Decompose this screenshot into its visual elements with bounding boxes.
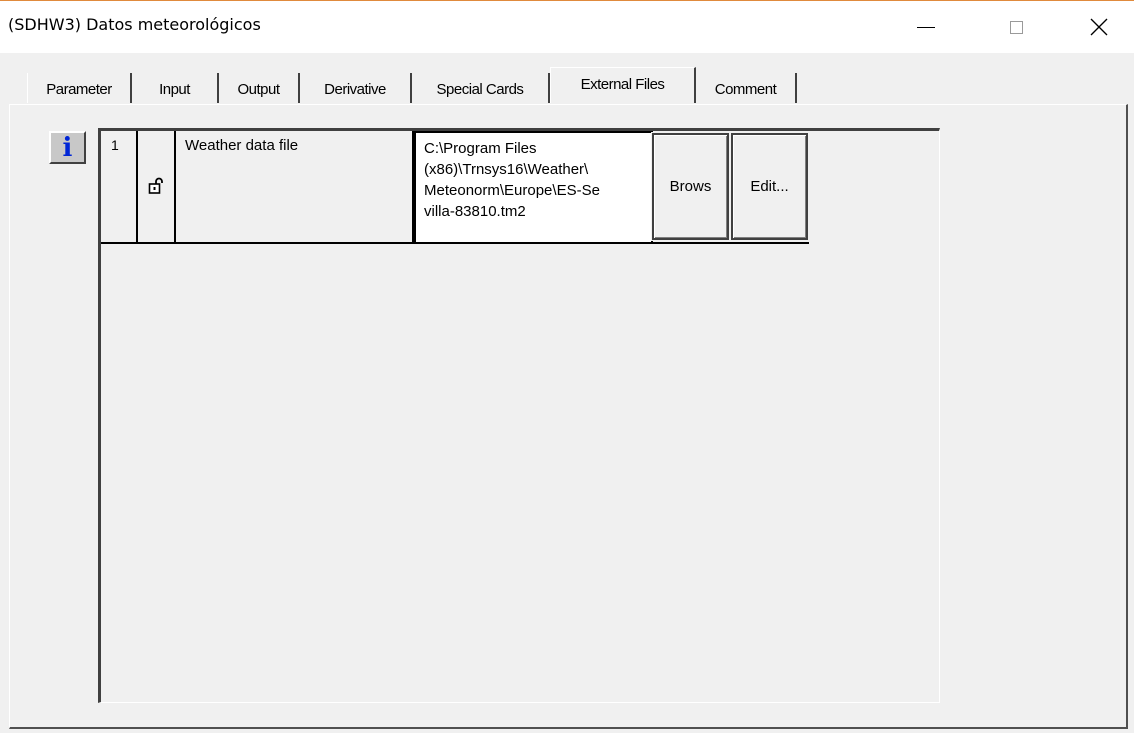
tab-comment[interactable]: Comment: [696, 73, 797, 103]
file-path-field[interactable]: C:\Program Files (x86)\Trnsys16\Weather\…: [414, 131, 653, 244]
dialog-window: (SDHW3) Datos meteorológicos Parameter I…: [0, 0, 1134, 733]
maximize-button[interactable]: [993, 1, 1039, 53]
maximize-icon: [1009, 20, 1023, 34]
tab-strip: Parameter Input Output Derivative Specia…: [27, 67, 927, 103]
close-icon: [1090, 18, 1108, 36]
file-path-line: (x86)\Trnsys16\Weather\: [424, 161, 589, 178]
close-button[interactable]: [1076, 1, 1122, 53]
tab-output[interactable]: Output: [219, 73, 300, 103]
info-button[interactable]: i: [49, 131, 86, 164]
file-path-line: Meteonorm\Europe\ES-Se: [424, 182, 600, 199]
row-index: 1: [101, 131, 138, 244]
tab-external-files[interactable]: External Files: [550, 67, 696, 103]
edit-button[interactable]: Edit...: [730, 132, 809, 241]
tab-input[interactable]: Input: [132, 73, 219, 103]
browse-button[interactable]: Brows: [651, 132, 730, 241]
row-divider: [101, 242, 809, 244]
file-path-line: villa-83810.tm2: [424, 203, 526, 220]
file-path-line: C:\Program Files: [424, 140, 537, 157]
minimize-button[interactable]: [903, 1, 949, 53]
info-icon: i: [62, 132, 73, 163]
minimize-icon: [917, 26, 935, 28]
tab-derivative[interactable]: Derivative: [300, 73, 412, 103]
file-label: Weather data file: [176, 131, 414, 244]
tab-parameter[interactable]: Parameter: [27, 73, 132, 103]
window-title: (SDHW3) Datos meteorológicos: [8, 15, 261, 34]
tab-special-cards[interactable]: Special Cards: [412, 73, 550, 103]
title-bar[interactable]: (SDHW3) Datos meteorológicos: [0, 1, 1134, 53]
unlocked-padlock-icon: [148, 177, 163, 194]
